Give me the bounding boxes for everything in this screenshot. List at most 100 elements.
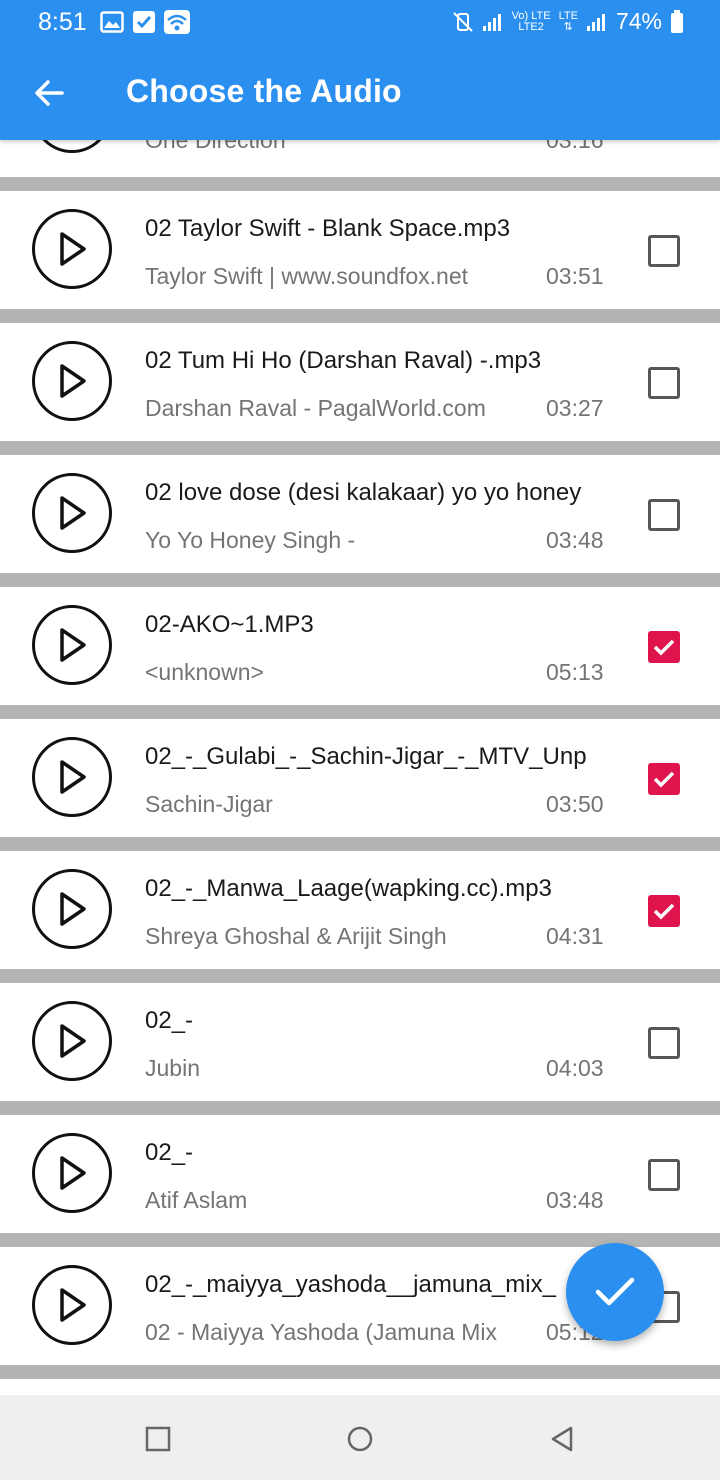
song-title: 02 Taylor Swift - Blank Space.mp3: [145, 215, 511, 242]
list-item[interactable]: 02_-_Manwa_Laage(wapking.cc).mp3 Shreya …: [0, 851, 720, 969]
song-artist: <unknown>: [145, 659, 264, 685]
play-button[interactable]: [32, 605, 112, 685]
system-nav-bar: [0, 1395, 720, 1480]
play-button[interactable]: [32, 473, 112, 553]
song-title: 02_-_Gulabi_-_Sachin-Jigar_-_MTV_Unp: [145, 743, 587, 770]
status-bar: 8:51 Vo) LTE LTE2 LTE ⇅ 74%: [0, 0, 720, 46]
divider: [0, 837, 720, 851]
song-duration: 03:48: [546, 527, 604, 553]
song-artist: Taylor Swift | www.soundfox.net: [145, 263, 468, 289]
play-icon: [60, 232, 86, 266]
song-duration: 03:48: [546, 1187, 604, 1213]
play-icon: [60, 628, 86, 662]
song-duration: 04:03: [546, 1055, 604, 1081]
divider: [0, 969, 720, 983]
lte2-label: LTE2: [518, 20, 544, 33]
song-title: 02_-: [145, 1007, 194, 1034]
song-artist: Shreya Ghoshal & Arijit Singh: [145, 923, 447, 949]
audio-list[interactable]: One Direction 03:16 02 Taylor Swift - Bl…: [0, 140, 720, 1395]
play-button[interactable]: [32, 209, 112, 289]
circle-icon: [347, 1426, 373, 1452]
battery-percent: 74%: [615, 8, 662, 34]
select-checkbox[interactable]: [648, 1159, 680, 1191]
play-icon: [60, 760, 86, 794]
song-artist: 02 - Maiyya Yashoda (Jamuna Mix: [145, 1319, 497, 1345]
list-item[interactable]: 02_- Jubin 04:03: [0, 983, 720, 1101]
play-button[interactable]: [32, 140, 112, 153]
nav-back-button[interactable]: [540, 1417, 584, 1461]
wifi-notification-icon: [164, 10, 190, 34]
play-button[interactable]: [32, 341, 112, 421]
song-artist: Sachin-Jigar: [145, 791, 273, 817]
list-item[interactable]: 02-AKO~1.MP3 <unknown> 05:13: [0, 587, 720, 705]
divider: [0, 177, 720, 191]
song-title: 02 love dose (desi kalakaar) yo yo honey: [145, 479, 582, 506]
checkbox-notification-icon: [133, 11, 155, 33]
select-checkbox[interactable]: [648, 499, 680, 531]
list-item[interactable]: 02 Tum Hi Ho (Darshan Raval) -.mp3 Darsh…: [0, 323, 720, 441]
song-title: 02 Tum Hi Ho (Darshan Raval) -.mp3: [145, 347, 542, 374]
volte-indicator: Vo) LTE LTE2: [512, 10, 551, 33]
select-checkbox[interactable]: [648, 763, 680, 795]
list-item[interactable]: 02_- Atif Aslam 03:48: [0, 1115, 720, 1233]
divider: [0, 309, 720, 323]
song-duration: 03:27: [546, 395, 604, 421]
play-icon: [60, 1024, 86, 1058]
signal-icon-2: [586, 13, 605, 31]
song-duration: 03:50: [546, 791, 604, 817]
song-duration: 03:51: [546, 263, 604, 289]
song-title: 02_-: [145, 1139, 194, 1166]
divider: [0, 1101, 720, 1115]
play-button[interactable]: [32, 869, 112, 949]
home-button[interactable]: [338, 1417, 382, 1461]
gallery-notification-icon: [100, 11, 124, 33]
select-checkbox[interactable]: [648, 235, 680, 267]
play-button[interactable]: [32, 1265, 112, 1345]
square-icon: [145, 1426, 171, 1452]
song-duration: 04:31: [546, 923, 604, 949]
play-button[interactable]: [32, 737, 112, 817]
divider: [0, 573, 720, 587]
back-button[interactable]: [22, 66, 76, 120]
checkmark-icon: [653, 771, 675, 788]
song-duration: 05:13: [546, 659, 604, 685]
status-time: 8:51: [38, 8, 87, 36]
list-item[interactable]: 02 Taylor Swift - Blank Space.mp3 Taylor…: [0, 191, 720, 309]
song-title: 02_-_maiyya_yashoda__jamuna_mix_: [145, 1271, 556, 1298]
play-icon: [60, 1156, 86, 1190]
play-icon: [60, 892, 86, 926]
lte-label: LTE: [558, 9, 578, 22]
list-item[interactable]: [0, 1379, 720, 1395]
song-duration: 03:16: [546, 140, 604, 153]
list-item[interactable]: 02 love dose (desi kalakaar) yo yo honey…: [0, 455, 720, 573]
checkmark-icon: [653, 639, 675, 656]
select-checkbox[interactable]: [648, 367, 680, 399]
select-checkbox[interactable]: [648, 631, 680, 663]
song-title: 02_-_Manwa_Laage(wapking.cc).mp3: [145, 875, 552, 902]
vibrate-mute-icon: [452, 11, 473, 32]
select-checkbox[interactable]: [648, 1027, 680, 1059]
arrow-left-icon: [35, 80, 64, 106]
lte-indicator: LTE ⇅: [558, 9, 578, 33]
song-artist: Atif Aslam: [145, 1187, 248, 1213]
select-checkbox[interactable]: [648, 895, 680, 927]
divider: [0, 441, 720, 455]
list-item[interactable]: 02_-_Gulabi_-_Sachin-Jigar_-_MTV_Unp Sac…: [0, 719, 720, 837]
play-button[interactable]: [32, 1133, 112, 1213]
confirm-fab[interactable]: [566, 1243, 664, 1341]
page-title: Choose the Audio: [126, 73, 402, 109]
song-title: 02-AKO~1.MP3: [145, 611, 314, 638]
system-status-icons: Vo) LTE LTE2 LTE ⇅ 74%: [452, 8, 684, 35]
play-icon: [60, 1288, 86, 1322]
play-button[interactable]: [32, 1001, 112, 1081]
app-bar: Choose the Audio: [0, 46, 720, 140]
divider: [0, 705, 720, 719]
list-item[interactable]: One Direction 03:16: [0, 140, 720, 173]
checkmark-icon: [653, 903, 675, 920]
recents-button[interactable]: [136, 1417, 180, 1461]
play-icon: [60, 364, 86, 398]
signal-icon: [482, 13, 501, 31]
song-artist: Darshan Raval - PagalWorld.com: [145, 395, 486, 421]
checkmark-icon: [595, 1277, 635, 1306]
song-artist: Yo Yo Honey Singh -: [145, 527, 356, 553]
